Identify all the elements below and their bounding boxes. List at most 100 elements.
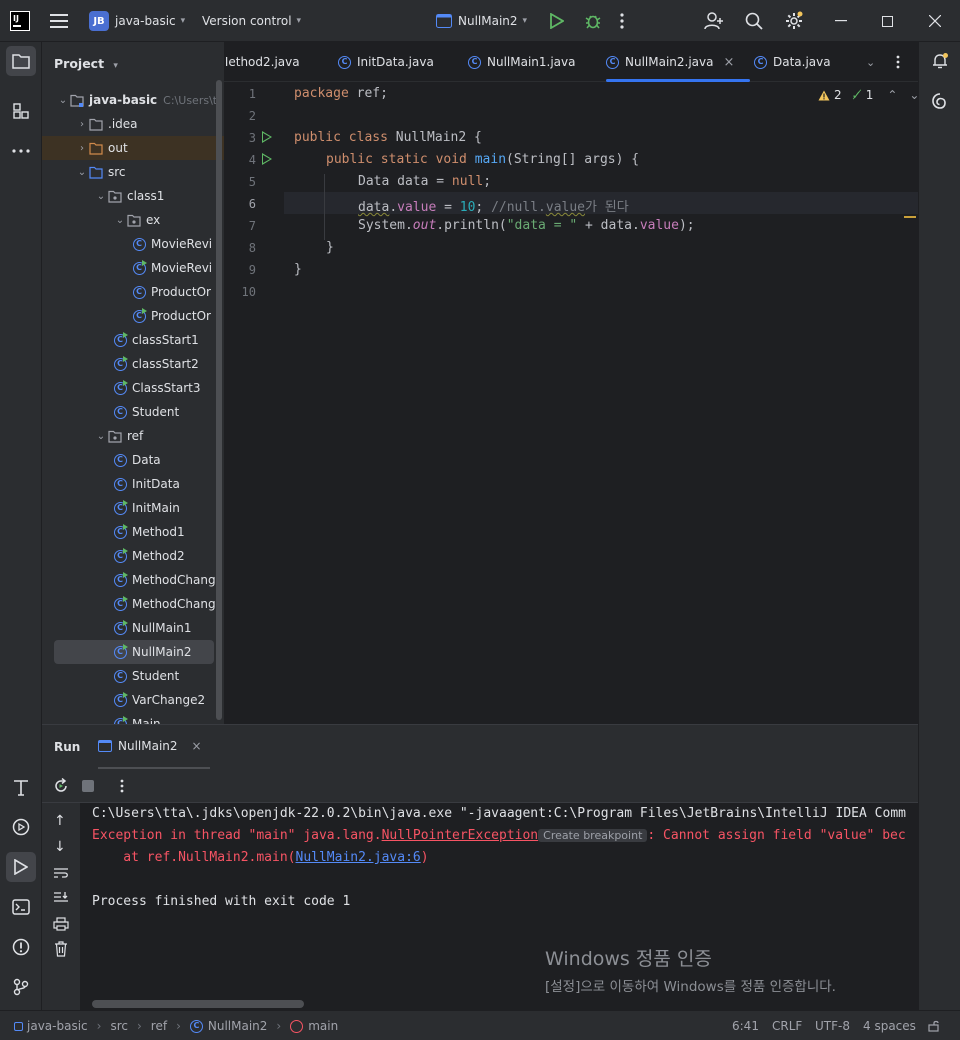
create-breakpoint-button[interactable]: Create breakpoint <box>538 829 648 842</box>
chevron-down-icon[interactable]: ⌄ <box>94 431 108 442</box>
clear-trash-icon[interactable] <box>54 941 68 960</box>
ai-assistant-icon[interactable] <box>925 86 955 116</box>
crumb-package[interactable]: ref <box>151 1019 167 1033</box>
chevron-down-icon[interactable]: ⌄ <box>56 95 70 106</box>
tree-item[interactable]: C NullMain2 <box>54 640 214 664</box>
previous-highlight-icon[interactable]: ⌃ <box>887 88 897 102</box>
tree-item[interactable]: C InitData <box>42 472 224 496</box>
minimize-button[interactable] <box>818 0 864 42</box>
add-user-icon[interactable] <box>704 0 724 42</box>
up-arrow-icon[interactable]: ↑ <box>54 813 66 829</box>
notifications-icon[interactable] <box>925 46 955 76</box>
tree-item[interactable]: ⌄ java-basic C:\Users\tt <box>42 88 224 112</box>
source-location-link[interactable]: NullMain2.java:6 <box>296 850 421 865</box>
structure-tool-icon[interactable] <box>6 96 36 126</box>
tree-item[interactable]: C MethodChang <box>42 568 224 592</box>
tree-item[interactable]: › .idea <box>42 112 224 136</box>
tree-item[interactable]: ⌄ ex <box>42 208 224 232</box>
settings-gear-icon[interactable] <box>784 0 804 42</box>
chevron-down-icon[interactable]: ⌄ <box>75 167 89 178</box>
crumb-class[interactable]: NullMain2 <box>208 1019 268 1033</box>
services-icon[interactable] <box>6 812 36 842</box>
project-tool-icon[interactable] <box>6 46 36 76</box>
editor-tab[interactable]: CMethod2.java <box>226 42 300 82</box>
editor-tab[interactable]: C NullMain1.java <box>468 42 576 82</box>
tree-item[interactable]: C MethodChang <box>42 592 224 616</box>
run-icon[interactable] <box>550 0 564 42</box>
run-tool-icon[interactable] <box>6 852 36 882</box>
tree-item[interactable]: C ClassStart3 <box>42 376 224 400</box>
close-window-button[interactable] <box>912 0 958 42</box>
indent-setting[interactable]: 4 spaces <box>863 1011 916 1040</box>
tree-item[interactable]: CclassStart2 <box>42 352 224 376</box>
tab-more-icon[interactable] <box>896 42 900 82</box>
editor-tab[interactable]: C InitData.java <box>338 42 434 82</box>
line-separator[interactable]: CRLF <box>772 1011 802 1040</box>
tab-list-chevron-icon[interactable]: ⌄ <box>866 42 875 82</box>
project-scrollbar[interactable] <box>216 80 222 720</box>
tree-item[interactable]: C MovieRevi <box>42 256 224 280</box>
tree-item[interactable]: C Main <box>42 712 224 724</box>
project-panel-title[interactable]: Project ▾ <box>54 56 118 71</box>
tree-item[interactable]: C Data <box>42 448 224 472</box>
crumb-src[interactable]: src <box>110 1019 128 1033</box>
tree-item[interactable]: CclassStart1 <box>42 328 224 352</box>
file-encoding[interactable]: UTF-8 <box>815 1011 850 1040</box>
tree-item[interactable]: C Method1 <box>42 520 224 544</box>
tree-item[interactable]: C Student <box>42 664 224 688</box>
readonly-lock-icon[interactable] <box>928 1011 940 1040</box>
tree-item[interactable]: C Method2 <box>42 544 224 568</box>
code-editor[interactable]: 1 2 3 4 5 6 7 8 9 10 2 ✓̸ 1 ⌃ ⌄ package ref; publ… <box>224 82 919 724</box>
tree-item[interactable]: ⌄ ref <box>42 424 224 448</box>
next-highlight-icon[interactable]: ⌄ <box>909 88 919 102</box>
tree-item[interactable]: ⌄ class1 <box>42 184 224 208</box>
tree-item[interactable]: › out <box>42 136 224 160</box>
tree-item[interactable]: C NullMain1 <box>42 616 224 640</box>
scroll-to-end-icon[interactable] <box>53 891 69 908</box>
crumb-method[interactable]: main <box>308 1019 338 1033</box>
console-horizontal-scrollbar[interactable] <box>92 1000 304 1008</box>
tree-item[interactable]: C InitMain <box>42 496 224 520</box>
close-tab-icon[interactable]: × <box>192 739 202 753</box>
inspection-widget[interactable]: 2 ✓̸ 1 ⌃ ⌄ <box>818 88 919 102</box>
search-icon[interactable] <box>745 0 763 42</box>
run-more-icon[interactable] <box>120 779 124 796</box>
more-tools-icon[interactable] <box>6 136 36 166</box>
debug-icon[interactable] <box>584 0 602 42</box>
tree-item[interactable]: C ProductOr <box>42 280 224 304</box>
tree-item[interactable]: C VarChange2 <box>42 688 224 712</box>
print-icon[interactable] <box>53 917 69 934</box>
problems-icon[interactable] <box>6 932 36 962</box>
stop-icon[interactable] <box>82 780 94 792</box>
soft-wrap-icon[interactable] <box>53 867 69 882</box>
maximize-button[interactable] <box>864 0 910 42</box>
exception-class-link[interactable]: NullPointerException <box>382 828 539 843</box>
chevron-down-icon[interactable]: ⌄ <box>113 215 127 226</box>
run-main-gutter-icon[interactable] <box>262 153 272 165</box>
more-actions-icon[interactable] <box>620 0 624 42</box>
chevron-right-icon[interactable]: › <box>75 119 89 130</box>
terminal-icon[interactable] <box>6 892 36 922</box>
tree-item[interactable]: C ProductOr <box>42 304 224 328</box>
rerun-icon[interactable] <box>53 777 69 797</box>
run-tab-nullmain2[interactable]: NullMain2 × <box>98 725 210 769</box>
chevron-right-icon[interactable]: › <box>75 143 89 154</box>
intellij-logo[interactable]: IJ <box>10 0 30 42</box>
down-arrow-icon[interactable]: ↓ <box>54 839 66 855</box>
editor-tab[interactable]: C NullMain2.java × <box>606 42 750 82</box>
build-hammer-icon[interactable] <box>6 772 36 802</box>
tree-item[interactable]: ⌄ src <box>42 160 224 184</box>
editor-tab[interactable]: C Data.java <box>754 42 831 82</box>
run-class-gutter-icon[interactable] <box>262 131 272 143</box>
chevron-down-icon[interactable]: ⌄ <box>94 191 108 202</box>
caret-position[interactable]: 6:41 <box>732 1011 759 1040</box>
run-config-selector[interactable]: NullMain2 ▾ <box>436 0 527 42</box>
tree-item[interactable]: C MovieRevi <box>42 232 224 256</box>
project-widget[interactable]: JB java-basic ▾ <box>89 0 185 42</box>
git-branch-icon[interactable] <box>6 972 36 1002</box>
crumb-module[interactable]: java-basic <box>27 1019 88 1033</box>
vcs-widget[interactable]: Version control ▾ <box>202 0 301 42</box>
main-menu-icon[interactable] <box>50 0 68 42</box>
warning-stripe-marker[interactable] <box>904 216 916 218</box>
close-tab-icon[interactable]: × <box>724 55 735 70</box>
